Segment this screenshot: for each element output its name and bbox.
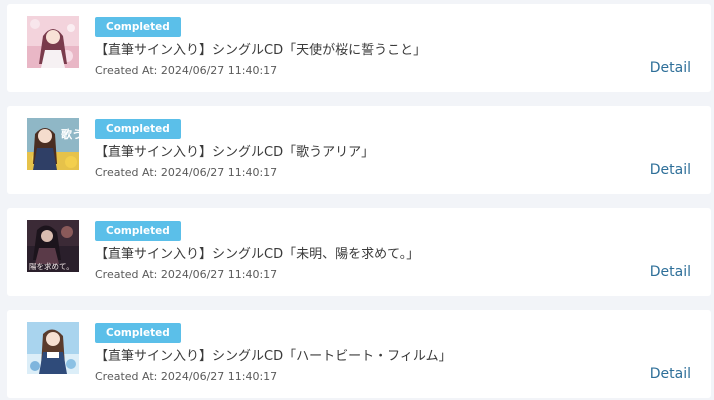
product-title: 【直筆サイン入り】シングルCD「ハートビート・フィルム」 (95, 349, 452, 364)
status-badge: Completed (95, 17, 181, 37)
detail-link[interactable]: Detail (650, 161, 691, 179)
order-card: 陽を求めて。 Completed 【直筆サイン入り】シングルCD「未明、陽を求め… (7, 208, 711, 296)
product-title: 【直筆サイン入り】シングルCD「歌うアリア」 (95, 145, 375, 160)
album-thumbnail[interactable] (27, 322, 79, 374)
order-card: Completed 【直筆サイン入り】シングルCD「ハートビート・フィルム」 C… (7, 310, 711, 398)
album-cover-pink-icon (27, 16, 79, 68)
detail-link[interactable]: Detail (650, 59, 691, 77)
album-thumbnail[interactable]: 歌う (27, 118, 79, 170)
status-badge: Completed (95, 119, 181, 139)
album-thumbnail[interactable] (27, 16, 79, 68)
album-cover-text: 歌う (61, 127, 79, 141)
album-cover-aria-icon: 歌う (27, 118, 79, 170)
album-cover-sky-icon (27, 322, 79, 374)
created-at: Created At: 2024/06/27 11:40:17 (95, 64, 278, 77)
order-list: Completed 【直筆サイン入り】シングルCD「天使が桜に誓うこと」 Cre… (0, 0, 714, 400)
product-title: 【直筆サイン入り】シングルCD「未明、陽を求めて。」 (95, 247, 420, 262)
album-thumbnail[interactable]: 陽を求めて。 (27, 220, 79, 272)
detail-link[interactable]: Detail (650, 263, 691, 281)
created-at: Created At: 2024/06/27 11:40:17 (95, 166, 278, 179)
album-cover-text: 陽を求めて。 (29, 261, 74, 271)
created-at: Created At: 2024/06/27 11:40:17 (95, 268, 278, 281)
detail-link[interactable]: Detail (650, 365, 691, 383)
status-badge: Completed (95, 323, 181, 343)
product-title: 【直筆サイン入り】シングルCD「天使が桜に誓うこと」 (95, 43, 427, 58)
status-badge: Completed (95, 221, 181, 241)
order-card: Completed 【直筆サイン入り】シングルCD「天使が桜に誓うこと」 Cre… (7, 4, 711, 92)
order-card: 歌う Completed 【直筆サイン入り】シングルCD「歌うアリア」 Crea… (7, 106, 711, 194)
created-at: Created At: 2024/06/27 11:40:17 (95, 370, 278, 383)
album-cover-night-icon: 陽を求めて。 (27, 220, 79, 272)
